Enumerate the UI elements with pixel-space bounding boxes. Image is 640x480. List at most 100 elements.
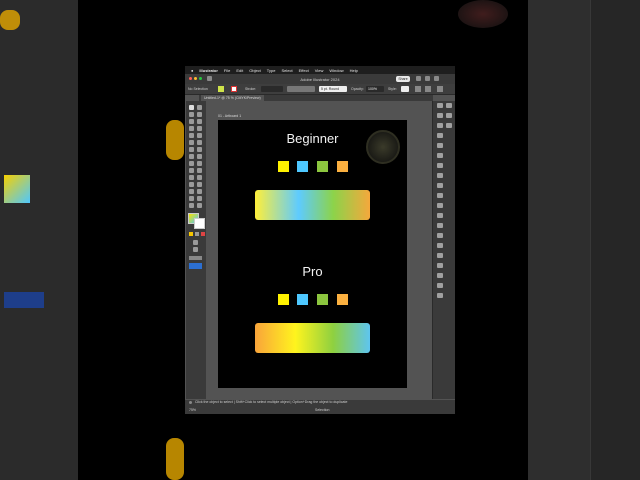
curvature-tool-icon[interactable] (197, 119, 202, 124)
asset-export-panel-icon[interactable] (437, 253, 443, 258)
align-icon[interactable] (415, 86, 421, 92)
fill-swatch[interactable] (218, 86, 224, 92)
background-left-panel (0, 0, 78, 480)
menu-edit[interactable]: Edit (236, 68, 243, 73)
beginner-gradient-bar[interactable] (255, 190, 370, 220)
share-button[interactable]: Share (396, 76, 410, 82)
appearance-panel-icon[interactable] (437, 183, 443, 188)
character-panel-icon[interactable] (437, 263, 443, 268)
hand-tool-icon[interactable] (189, 203, 194, 208)
line-tool-icon[interactable] (197, 126, 202, 131)
beginner-swatch-blue[interactable] (297, 161, 308, 172)
transform-panel-icon[interactable] (437, 223, 443, 228)
brush-style-field[interactable]: 5 pt. Round (319, 86, 347, 92)
artboard-label: 01 - Artboard 1 (218, 114, 242, 118)
brushes-panel-icon[interactable] (437, 123, 443, 128)
gradient-tool-icon[interactable] (197, 175, 202, 180)
color-mode-icon[interactable] (189, 232, 193, 236)
beginner-swatch-green[interactable] (317, 161, 328, 172)
graphic-style-field[interactable] (401, 86, 409, 92)
more-tools-icon[interactable] (189, 256, 202, 260)
pro-swatch-green[interactable] (317, 294, 328, 305)
active-tool-icon[interactable] (189, 263, 202, 269)
free-transform-tool-icon[interactable] (197, 161, 202, 166)
properties-panel-icon[interactable] (437, 103, 443, 108)
draw-mode-icon[interactable] (193, 240, 198, 245)
transform-icon[interactable] (425, 86, 431, 92)
slice-tool-icon[interactable] (197, 196, 202, 201)
rotate-tool-icon[interactable] (189, 154, 194, 159)
pro-swatch-orange[interactable] (337, 294, 348, 305)
document-tab[interactable]: Untitled-1* @ 75 % (CMYK/Preview) (201, 95, 264, 101)
type-tool-icon[interactable] (189, 126, 194, 131)
blend-tool-icon[interactable] (197, 182, 202, 187)
layers-panel-icon[interactable] (446, 103, 452, 108)
search-icon[interactable] (416, 76, 421, 81)
paintbrush-tool-icon[interactable] (197, 133, 202, 138)
navigator-panel-icon[interactable] (437, 293, 443, 298)
variable-width-field[interactable] (287, 86, 315, 92)
pencil-tool-icon[interactable] (189, 140, 194, 145)
arrange-documents-icon[interactable] (425, 76, 430, 81)
menu-file[interactable]: File (224, 68, 230, 73)
artboard-tool-icon[interactable] (189, 196, 194, 201)
perspective-grid-tool-icon[interactable] (197, 168, 202, 173)
eyedropper-tool-icon[interactable] (189, 182, 194, 187)
pro-gradient-bar[interactable] (255, 323, 370, 353)
menu-help[interactable]: Help (350, 68, 358, 73)
zoom-level[interactable]: 75% (189, 408, 196, 412)
scissors-tool-icon[interactable] (197, 147, 202, 152)
opentype-panel-icon[interactable] (437, 283, 443, 288)
rectangle-tool-icon[interactable] (189, 133, 194, 138)
stroke-color-icon[interactable] (194, 218, 205, 229)
gradient-mode-icon[interactable] (195, 232, 199, 236)
more-options-icon[interactable] (437, 86, 443, 92)
menu-view[interactable]: View (315, 68, 324, 73)
menu-effect[interactable]: Effect (299, 68, 309, 73)
lasso-tool-icon[interactable] (197, 112, 202, 117)
color-guide-panel-icon[interactable] (437, 143, 443, 148)
graphic-styles-panel-icon[interactable] (437, 193, 443, 198)
magic-wand-tool-icon[interactable] (189, 112, 194, 117)
menu-window[interactable]: Window (329, 68, 343, 73)
gradient-panel-icon[interactable] (437, 163, 443, 168)
beginner-swatch-yellow[interactable] (278, 161, 289, 172)
artboards-panel-icon[interactable] (437, 233, 443, 238)
symbol-sprayer-tool-icon[interactable] (189, 189, 194, 194)
menu-app-name[interactable]: Illustrator (199, 68, 217, 73)
eraser-tool-icon[interactable] (189, 147, 194, 152)
menu-select[interactable]: Select (281, 68, 292, 73)
screen-mode-icon[interactable] (193, 247, 198, 252)
libraries-panel-icon[interactable] (437, 113, 443, 118)
opacity-field[interactable]: 100% (366, 86, 384, 92)
paragraph-panel-icon[interactable] (437, 273, 443, 278)
menu-type[interactable]: Type (267, 68, 276, 73)
stroke-swatch[interactable] (231, 86, 237, 92)
links-panel-icon[interactable] (437, 243, 443, 248)
color-panel-icon[interactable] (437, 133, 443, 138)
apple-menu-icon[interactable]: ● (191, 68, 193, 73)
shaper-tool-icon[interactable] (197, 140, 202, 145)
graph-tool-icon[interactable] (197, 189, 202, 194)
pro-swatch-blue[interactable] (297, 294, 308, 305)
swatches-panel-icon[interactable] (446, 113, 452, 118)
beginner-swatch-orange[interactable] (337, 161, 348, 172)
stroke-weight-field[interactable] (261, 86, 283, 92)
selection-tool-icon[interactable] (189, 105, 194, 110)
mesh-tool-icon[interactable] (189, 175, 194, 180)
pro-swatch-yellow[interactable] (278, 294, 289, 305)
pen-tool-icon[interactable] (189, 119, 194, 124)
menu-object[interactable]: Object (249, 68, 261, 73)
shape-builder-tool-icon[interactable] (189, 168, 194, 173)
none-mode-icon[interactable] (201, 232, 205, 236)
workspace-icon[interactable] (434, 76, 439, 81)
symbols-panel-icon[interactable] (446, 123, 452, 128)
transparency-panel-icon[interactable] (437, 173, 443, 178)
align-panel-icon[interactable] (437, 203, 443, 208)
scale-tool-icon[interactable] (197, 154, 202, 159)
pathfinder-panel-icon[interactable] (437, 213, 443, 218)
width-tool-icon[interactable] (189, 161, 194, 166)
stroke-panel-icon[interactable] (437, 153, 443, 158)
direct-selection-tool-icon[interactable] (197, 105, 202, 110)
zoom-tool-icon[interactable] (197, 203, 202, 208)
